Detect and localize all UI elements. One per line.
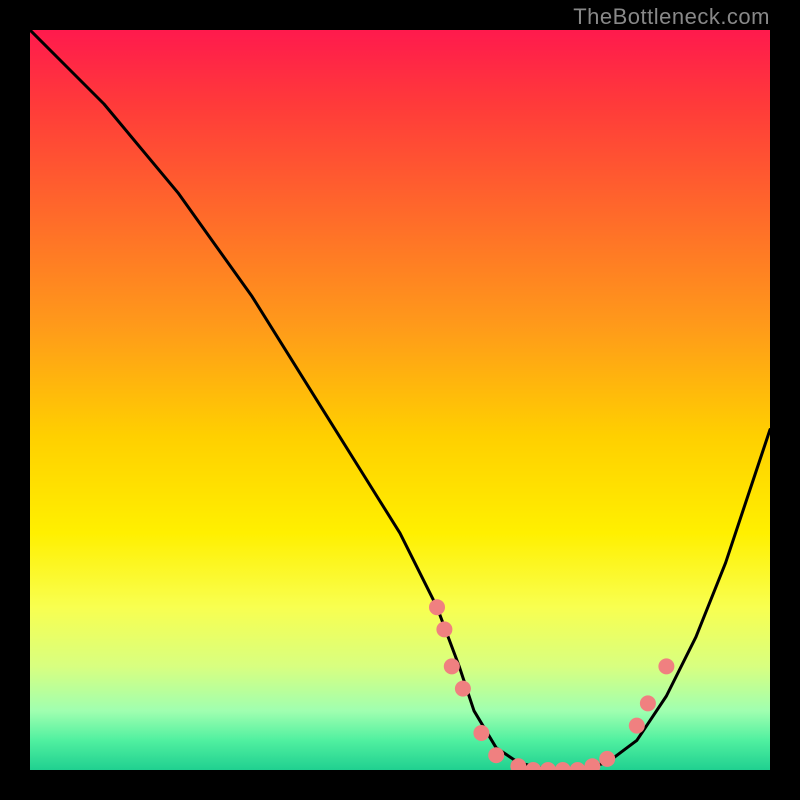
marker-point [540,762,556,770]
plot-area [30,30,770,770]
marker-point [570,762,586,770]
marker-point [429,599,445,615]
marker-point [473,725,489,741]
chart-frame: TheBottleneck.com [0,0,800,800]
marker-point [444,658,460,674]
highlight-points [429,599,674,770]
marker-point [436,621,452,637]
bottleneck-curve [30,30,770,770]
marker-point [555,762,571,770]
marker-point [525,762,541,770]
marker-point [584,758,600,770]
marker-point [455,681,471,697]
marker-point [488,747,504,763]
marker-point [629,718,645,734]
marker-point [599,751,615,767]
watermark-text: TheBottleneck.com [573,4,770,30]
marker-point [658,658,674,674]
marker-point [640,695,656,711]
curve-layer [30,30,770,770]
